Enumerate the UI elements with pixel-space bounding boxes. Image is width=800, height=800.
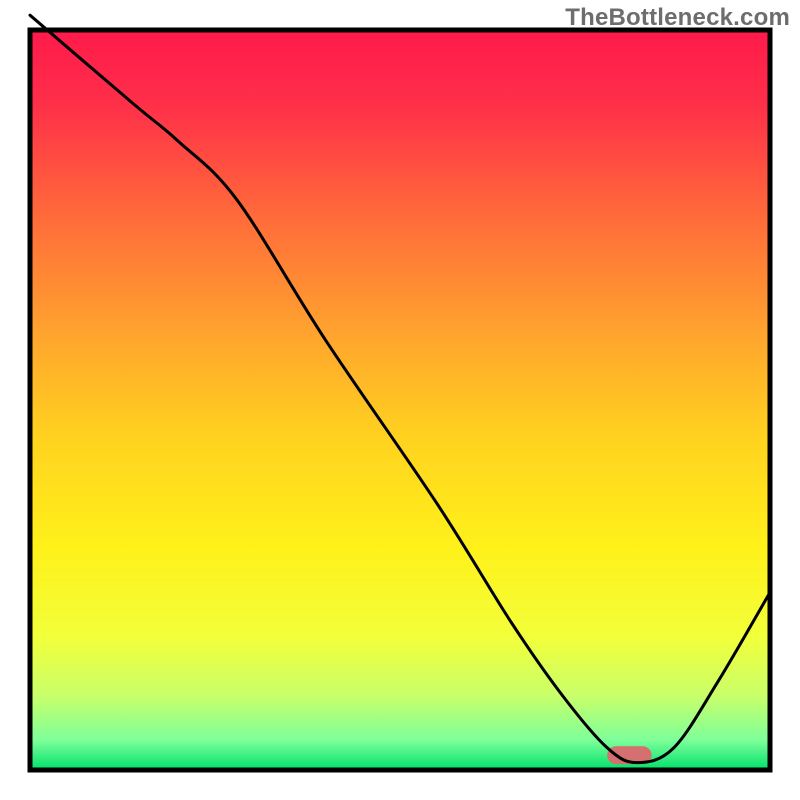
watermark-text: TheBottleneck.com <box>565 4 790 32</box>
chart-stage: TheBottleneck.com <box>0 0 800 800</box>
bottleneck-chart <box>0 0 800 800</box>
plot-background <box>30 30 770 770</box>
